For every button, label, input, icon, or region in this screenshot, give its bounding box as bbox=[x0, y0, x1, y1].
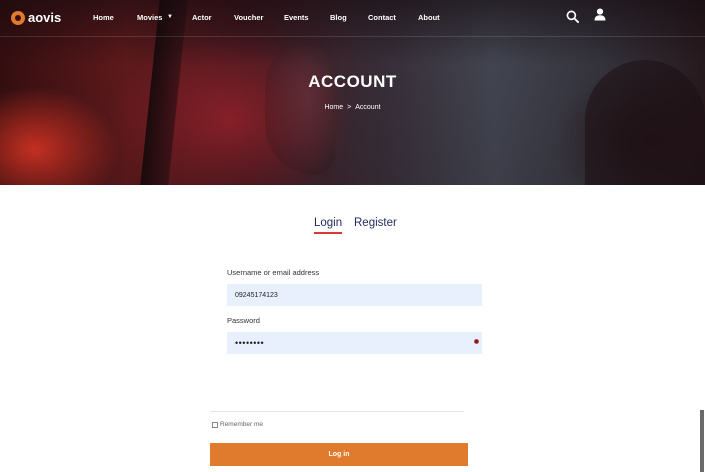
remember-me: Remember me bbox=[212, 421, 263, 428]
username-input[interactable] bbox=[227, 284, 482, 306]
menu-item-actor[interactable]: Actor bbox=[192, 13, 212, 22]
remember-me-label[interactable]: Remember me bbox=[220, 421, 263, 428]
top-navigation: aovis Home Movies ▼ Actor Voucher Events Blog C… bbox=[0, 0, 705, 37]
username-label: Username or email address bbox=[227, 268, 320, 277]
form-divider bbox=[210, 411, 464, 412]
menu-item-blog[interactable]: Blog bbox=[330, 13, 347, 22]
password-input[interactable] bbox=[227, 332, 482, 354]
menu-item-events[interactable]: Events bbox=[284, 13, 309, 22]
breadcrumb-home[interactable]: Home bbox=[324, 104, 343, 111]
tab-login-active-indicator bbox=[314, 232, 342, 234]
password-toggle-icon[interactable] bbox=[474, 339, 479, 344]
search-icon[interactable] bbox=[566, 10, 579, 23]
page-title: ACCOUNT bbox=[308, 72, 397, 91]
logo-text: aovis bbox=[28, 10, 62, 25]
menu-item-about[interactable]: About bbox=[418, 13, 440, 22]
page-scrollbar[interactable] bbox=[700, 410, 704, 472]
password-label: Password bbox=[227, 316, 260, 325]
menu-item-voucher[interactable]: Voucher bbox=[234, 13, 263, 22]
site-logo[interactable]: aovis bbox=[11, 10, 61, 25]
tab-login[interactable]: Login bbox=[314, 217, 342, 229]
breadcrumb-separator: > bbox=[347, 104, 352, 111]
breadcrumb-current: Account bbox=[355, 104, 381, 111]
remember-me-checkbox[interactable] bbox=[212, 421, 218, 428]
user-icon[interactable] bbox=[594, 8, 606, 21]
breadcrumb: Home > Account bbox=[0, 104, 705, 111]
chevron-down-icon[interactable]: ▼ bbox=[167, 14, 173, 20]
tab-register[interactable]: Register bbox=[354, 217, 397, 229]
menu-item-home[interactable]: Home bbox=[93, 13, 114, 22]
menu-item-movies[interactable]: Movies bbox=[137, 13, 162, 22]
login-button[interactable]: Log in bbox=[210, 443, 468, 466]
menu-item-contact[interactable]: Contact bbox=[368, 13, 396, 22]
logo-reel-icon bbox=[11, 10, 25, 25]
